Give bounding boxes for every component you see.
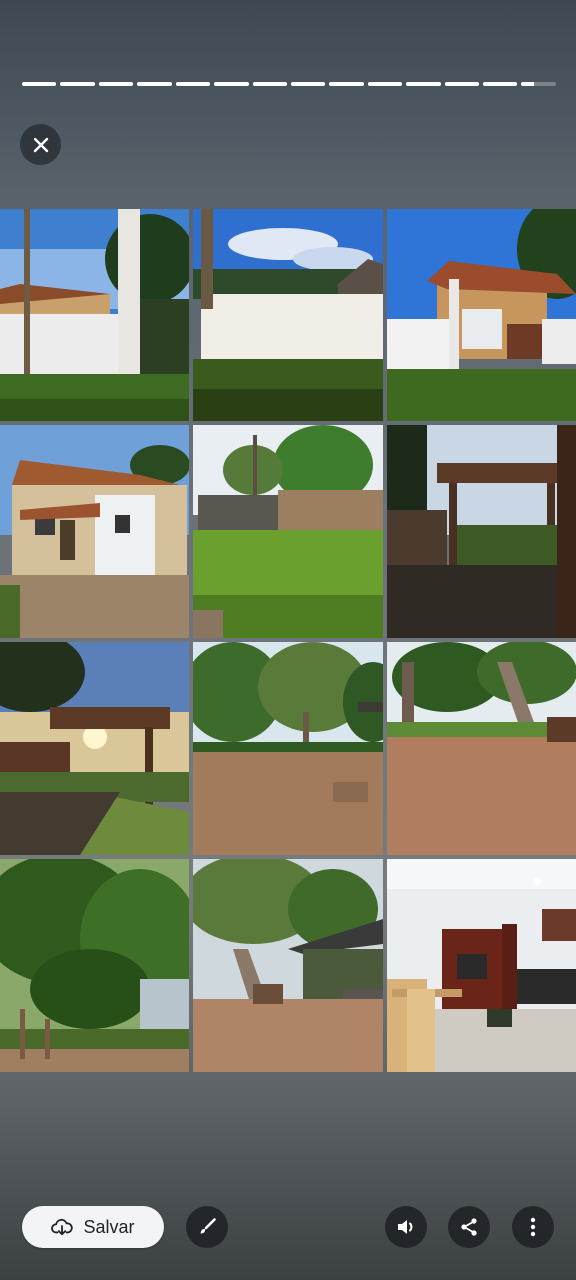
- close-button[interactable]: [20, 124, 61, 165]
- save-button[interactable]: Salvar: [22, 1206, 164, 1248]
- more-options-button[interactable]: [512, 1206, 554, 1248]
- collage-photo[interactable]: [0, 209, 189, 421]
- progress-segment: [214, 82, 249, 86]
- progress-segment: [137, 82, 172, 86]
- collage-photo[interactable]: [387, 209, 576, 421]
- progress-segment: [483, 82, 518, 86]
- share-button[interactable]: [448, 1206, 490, 1248]
- collage-photo[interactable]: [387, 859, 576, 1072]
- collage-photo[interactable]: [193, 209, 383, 421]
- progress-segment: [252, 82, 287, 86]
- close-icon: [33, 137, 48, 152]
- share-icon: [461, 1218, 477, 1236]
- collage-photo[interactable]: [193, 642, 383, 855]
- progress-segment: [521, 82, 556, 86]
- volume-icon: [398, 1220, 413, 1234]
- photo-collage: [0, 209, 576, 1073]
- progress-segment: [367, 82, 403, 86]
- progress-segment: [329, 82, 364, 86]
- progress-segment: [406, 82, 441, 86]
- collage-photo[interactable]: [0, 642, 189, 855]
- collage-photo[interactable]: [0, 859, 189, 1072]
- progress-segment: [22, 82, 57, 86]
- progress-segment: [98, 82, 134, 86]
- bottom-toolbar: Salvar: [0, 1200, 576, 1256]
- progress-segment: [60, 82, 95, 86]
- collage-photo[interactable]: [387, 642, 576, 855]
- collage-photo[interactable]: [193, 425, 383, 638]
- progress-segment: [444, 82, 480, 86]
- brush-icon: [200, 1218, 216, 1234]
- volume-button[interactable]: [385, 1206, 427, 1248]
- progress-segment: [290, 82, 326, 86]
- collage-photo[interactable]: [0, 425, 189, 638]
- story-progress-bar: [22, 82, 556, 86]
- progress-segment: [175, 82, 211, 86]
- collage-photo[interactable]: [193, 859, 383, 1072]
- more-vertical-icon: [530, 1217, 536, 1237]
- edit-button[interactable]: [186, 1206, 228, 1248]
- save-label: Salvar: [83, 1216, 135, 1237]
- cloud-download-icon: [51, 1218, 74, 1236]
- collage-photo[interactable]: [387, 425, 576, 638]
